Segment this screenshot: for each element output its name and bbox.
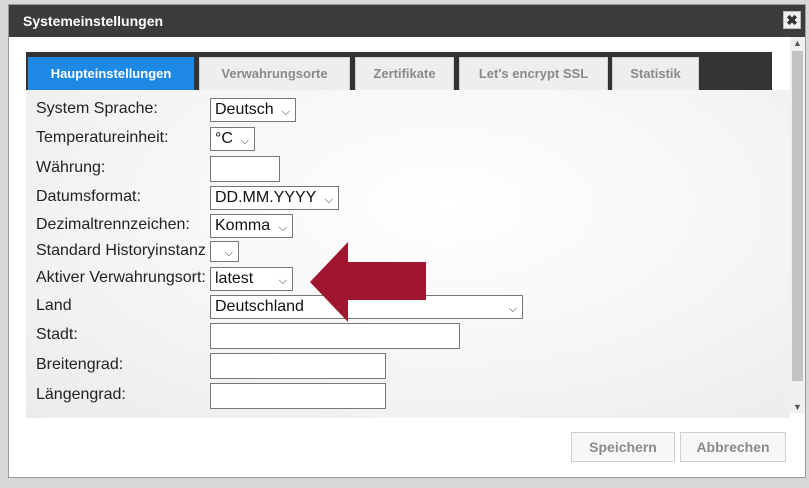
settings-dialog: Systemeinstellungen ✖ Haupteinstellungen… <box>8 4 806 478</box>
city-label: Stadt: <box>36 326 78 343</box>
active-storage-value: latest <box>215 270 254 287</box>
active-storage-select[interactable]: latest ⌵ <box>210 267 293 291</box>
temperature-unit-label: Temperatureinheit: <box>36 129 169 146</box>
save-button[interactable]: Speichern <box>571 432 675 462</box>
history-instance-label: Standard Historyinstanz <box>36 242 206 259</box>
annotation-arrow-icon <box>310 242 426 322</box>
latitude-input[interactable] <box>210 353 386 379</box>
system-language-label: System Sprache: <box>36 100 158 117</box>
date-format-select[interactable]: DD.MM.YYYY ⌵ <box>210 186 339 210</box>
system-language-select[interactable]: Deutsch ⌵ <box>210 98 296 122</box>
longitude-input[interactable] <box>210 383 386 409</box>
date-format-value: DD.MM.YYYY <box>215 189 317 206</box>
date-format-label: Datumsformat: <box>36 188 141 205</box>
tab-lets-encrypt-ssl[interactable]: Let's encrypt SSL <box>459 57 608 90</box>
chevron-down-icon: ⌵ <box>224 247 233 259</box>
cancel-button[interactable]: Abbrechen <box>680 432 786 462</box>
currency-input[interactable] <box>210 156 280 182</box>
temperature-unit-select[interactable]: °C ⌵ <box>210 127 255 151</box>
longitude-label: Längengrad: <box>36 386 126 403</box>
decimal-separator-label: Dezimaltrennzeichen: <box>36 216 190 233</box>
scroll-up-icon[interactable]: ▲ <box>790 37 805 49</box>
history-instance-select[interactable]: ⌵ <box>210 241 239 262</box>
chevron-down-icon: ⌵ <box>278 222 287 234</box>
scroll-thumb[interactable] <box>792 51 803 381</box>
country-label: Land <box>36 297 72 314</box>
system-language-value: Deutsch <box>215 101 274 118</box>
annotation-arrow-shape <box>310 242 426 322</box>
decimal-separator-select[interactable]: Komma ⌵ <box>210 214 293 238</box>
vertical-scrollbar[interactable]: ▲ ▼ <box>790 37 805 413</box>
chevron-down-icon: ⌵ <box>278 275 287 287</box>
chevron-down-icon: ⌵ <box>240 135 249 147</box>
tab-zertifikate[interactable]: Zertifikate <box>355 57 454 90</box>
form-panel: System Sprache: Deutsch ⌵ Temperatureinh… <box>26 90 790 418</box>
chevron-down-icon: ⌵ <box>508 303 517 315</box>
dialog-title: Systemeinstellungen <box>23 13 164 29</box>
tab-verwahrungsorte[interactable]: Verwahrungsorte <box>199 57 350 90</box>
close-icon[interactable]: ✖ <box>783 11 801 29</box>
chevron-down-icon: ⌵ <box>281 106 290 118</box>
active-storage-label: Aktiver Verwahrungsort: <box>36 269 206 286</box>
tab-haupteinstellungen[interactable]: Haupteinstellungen <box>28 57 194 90</box>
decimal-separator-value: Komma <box>215 217 271 234</box>
latitude-label: Breitengrad: <box>36 356 124 373</box>
temperature-unit-value: °C <box>215 130 233 147</box>
country-value: Deutschland <box>215 298 304 315</box>
tab-statistik[interactable]: Statistik <box>612 57 699 90</box>
tab-bar: Haupteinstellungen Verwahrungsorte Zerti… <box>26 52 772 90</box>
chevron-down-icon: ⌵ <box>324 194 333 206</box>
city-input[interactable] <box>210 323 460 349</box>
dialog-titlebar: Systemeinstellungen ✖ <box>9 5 805 37</box>
scroll-down-icon[interactable]: ▼ <box>790 401 805 413</box>
currency-label: Währung: <box>36 159 106 176</box>
